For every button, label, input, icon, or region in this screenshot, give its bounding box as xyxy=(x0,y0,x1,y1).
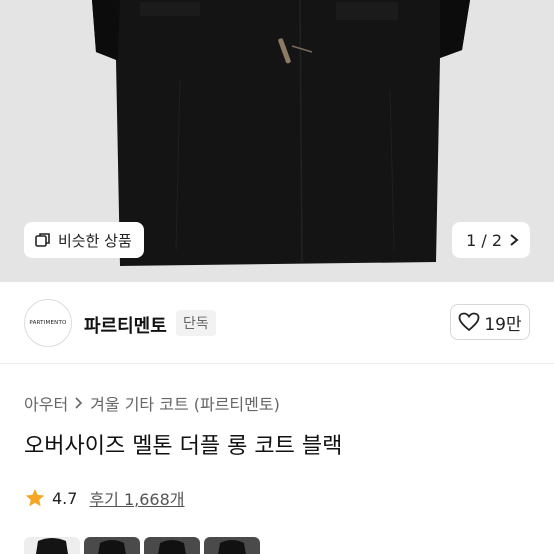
thumbnail-3[interactable] xyxy=(144,537,200,554)
breadcrumb-subcategory[interactable]: 겨울 기타 코트 (파르티멘토) xyxy=(90,391,280,415)
thumbnail-4[interactable] xyxy=(204,537,260,554)
like-button[interactable]: 19만 xyxy=(450,304,530,340)
brand-name[interactable]: 파르티멘토 xyxy=(84,312,167,338)
star-icon xyxy=(25,488,45,507)
image-pager[interactable]: 1 / 2 xyxy=(452,222,530,258)
product-title: 오버사이즈 멜톤 더플 롱 코트 블랙 xyxy=(24,434,343,459)
color-thumbnails xyxy=(24,537,264,554)
similar-icon xyxy=(35,233,50,247)
brand-row: PARTIMENTO 파르티멘토 단독 19만 xyxy=(0,282,554,364)
product-image[interactable]: 비슷한 상품 1 / 2 xyxy=(0,0,554,282)
breadcrumb: 아우터 겨울 기타 코트 (파르티멘토) xyxy=(24,391,280,415)
brand-logo[interactable]: PARTIMENTO xyxy=(24,299,72,347)
thumbnail-2[interactable] xyxy=(84,537,140,554)
exclusive-badge: 단독 xyxy=(176,310,216,336)
heart-icon xyxy=(458,312,480,332)
breadcrumb-category[interactable]: 아우터 xyxy=(24,391,68,415)
like-count: 19만 xyxy=(484,314,522,335)
similar-products-button[interactable]: 비슷한 상품 xyxy=(24,222,144,258)
chevron-right-icon xyxy=(510,234,519,246)
brand-logo-text: PARTIMENTO xyxy=(29,320,67,326)
reviews-link[interactable]: 후기 1,668개 xyxy=(89,486,184,510)
rating-score: 4.7 xyxy=(52,488,78,508)
rating-row: 4.7 후기 1,668개 xyxy=(24,486,185,510)
thumbnail-1[interactable] xyxy=(24,537,80,554)
chevron-right-icon xyxy=(75,397,83,409)
similar-products-label: 비슷한 상품 xyxy=(58,231,132,250)
pager-text: 1 / 2 xyxy=(466,230,502,250)
